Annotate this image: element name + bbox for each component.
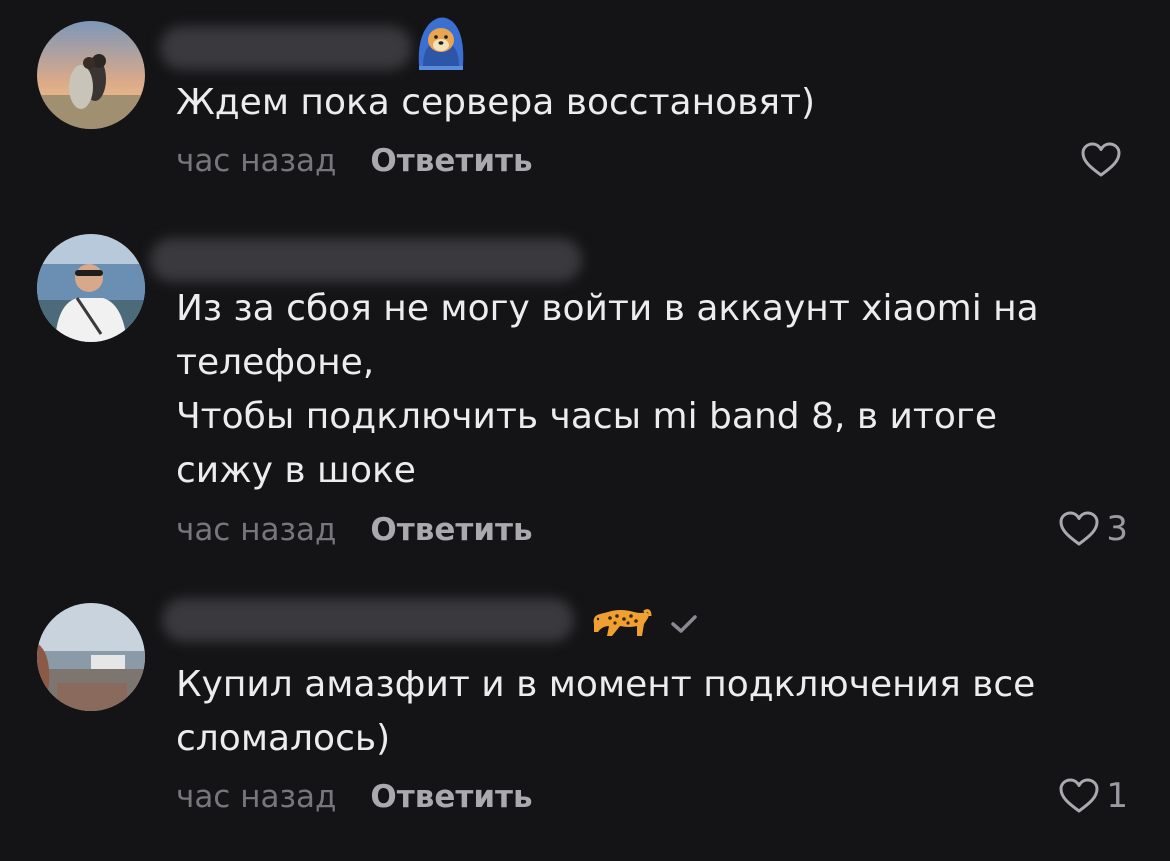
comment-meta: час назад Ответить xyxy=(176,777,533,817)
comment-time: час назад xyxy=(176,512,337,548)
heart-outline-icon xyxy=(1059,778,1099,813)
heart-outline-icon xyxy=(1059,511,1099,546)
like-button[interactable]: 1 xyxy=(1058,774,1128,818)
reply-button[interactable]: Ответить xyxy=(370,510,532,550)
like-count: 3 xyxy=(1106,509,1128,549)
comment-text: Купил амазфит и в момент подключения все… xyxy=(176,664,1036,759)
comment-meta: час назад Ответить xyxy=(176,510,533,550)
reply-button[interactable]: Ответить xyxy=(370,141,532,181)
comment-text: Ждем пока сервера восстановят) xyxy=(176,82,816,123)
reply-button[interactable]: Ответить xyxy=(370,777,532,817)
username-redacted[interactable] xyxy=(150,238,582,282)
dog-in-blanket-icon xyxy=(413,10,469,74)
heart-outline-icon xyxy=(1081,142,1121,177)
leopard-icon xyxy=(590,602,652,646)
username-redacted[interactable] xyxy=(160,26,412,70)
avatar[interactable] xyxy=(37,603,145,711)
comment-text: Из за сбоя не могу войти в аккаунт xiaom… xyxy=(176,288,1039,491)
like-count: 1 xyxy=(1106,776,1128,816)
avatar[interactable] xyxy=(37,234,145,342)
comment-meta: час назад Ответить xyxy=(176,141,533,181)
comment-time: час назад xyxy=(176,143,337,179)
avatar[interactable] xyxy=(37,21,145,129)
comment-time: час назад xyxy=(176,779,337,815)
check-icon xyxy=(668,612,700,640)
like-button[interactable]: 3 xyxy=(1058,507,1128,551)
username-redacted[interactable] xyxy=(162,598,574,642)
like-button[interactable] xyxy=(1080,138,1128,182)
